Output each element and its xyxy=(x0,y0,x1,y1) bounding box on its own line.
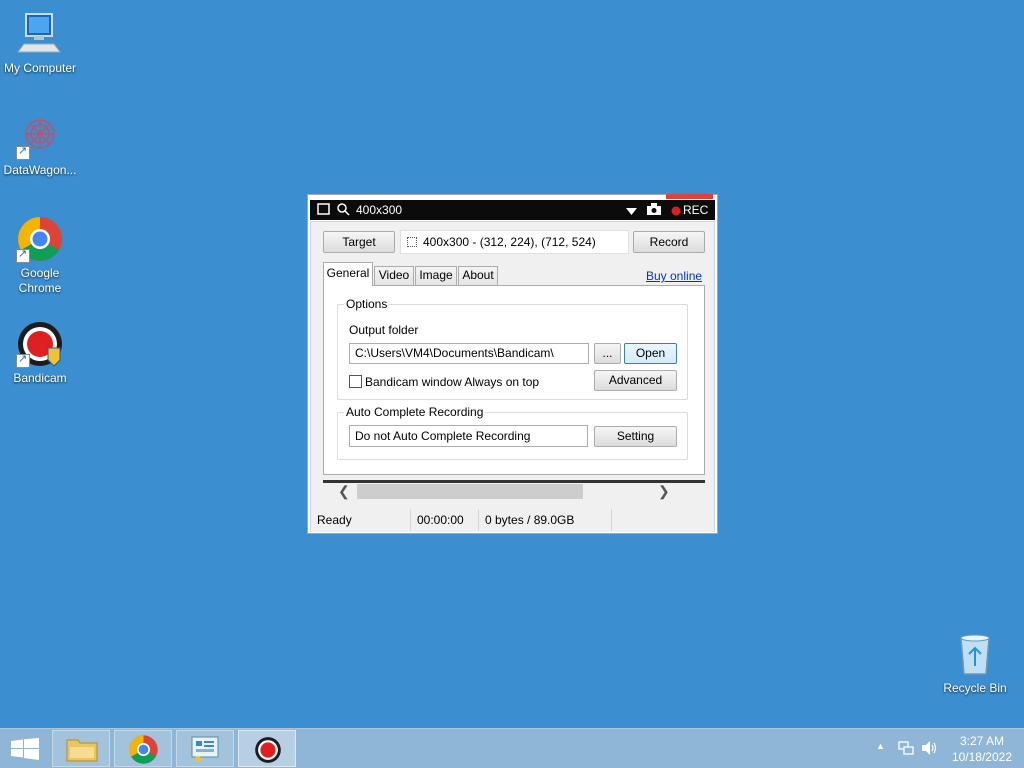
taskbar: ▲ 3:27 AM 10/18/2022 xyxy=(0,728,1024,768)
desktop-icon-label: My Computer xyxy=(3,61,77,75)
region-text: 400x300 - (312, 224), (712, 524) xyxy=(423,235,596,249)
scroll-thumb[interactable] xyxy=(357,484,583,499)
options-group: Options Output folder C:\Users\VM4\Docum… xyxy=(337,297,688,400)
buy-online-link[interactable]: Buy online xyxy=(646,269,702,283)
shortcut-arrow-icon xyxy=(16,352,30,368)
datawagon-icon xyxy=(16,112,64,160)
region-display: 400x300 - (312, 224), (712, 524) xyxy=(400,230,629,254)
camera-icon[interactable] xyxy=(647,203,661,218)
tab-image[interactable]: Image xyxy=(415,266,457,285)
taskbar-file-explorer[interactable] xyxy=(52,730,110,767)
open-button[interactable]: Open xyxy=(624,343,677,364)
window-client: Target 400x300 - (312, 224), (712, 524) … xyxy=(310,221,715,532)
region-dotted-rect-icon xyxy=(407,237,417,247)
record-button[interactable]: Record xyxy=(633,231,705,253)
chrome-icon xyxy=(129,735,158,764)
browse-button[interactable]: ... xyxy=(594,343,621,364)
advanced-button[interactable]: Advanced xyxy=(594,370,677,391)
chrome-icon xyxy=(16,215,64,263)
always-on-top-checkbox[interactable] xyxy=(349,375,362,388)
status-size: 0 bytes / 89.0GB xyxy=(479,509,612,531)
window-titlebar[interactable]: 400x300 REC xyxy=(310,200,715,220)
network-icon[interactable] xyxy=(898,740,914,756)
tab-general[interactable]: General xyxy=(323,262,373,286)
taskbar-chrome[interactable] xyxy=(114,730,172,767)
tab-video[interactable]: Video xyxy=(374,266,414,285)
fullscreen-rect-icon[interactable] xyxy=(317,203,330,218)
taskbar-clock[interactable]: 3:27 AM 10/18/2022 xyxy=(952,733,1012,765)
status-time: 00:00:00 xyxy=(411,509,479,531)
bandicam-icon xyxy=(255,737,281,763)
taskbar-control-panel[interactable] xyxy=(176,730,234,767)
options-group-title: Options xyxy=(344,297,390,311)
shortcut-arrow-icon xyxy=(16,144,30,160)
shortcut-arrow-icon xyxy=(16,247,30,263)
desktop-icon-google-chrome[interactable]: Google Chrome xyxy=(0,215,80,296)
target-button[interactable]: Target xyxy=(323,231,395,253)
clock-date: 10/18/2022 xyxy=(951,750,1012,764)
tab-about[interactable]: About xyxy=(458,266,498,285)
show-hidden-icons-icon[interactable]: ▲ xyxy=(876,741,885,751)
desktop-icon-label: Google Chrome xyxy=(18,266,62,295)
windows-logo-icon xyxy=(11,738,39,760)
folder-icon xyxy=(66,739,98,762)
desktop-icon-label: Bandicam xyxy=(13,371,67,385)
auto-complete-group: Auto Complete Recording Do not Auto Comp… xyxy=(337,405,688,460)
output-folder-input[interactable]: C:\Users\VM4\Documents\Bandicam\ xyxy=(349,343,589,364)
bandicam-window: 400x300 REC Target 400x300 - (312, 224),… xyxy=(307,194,718,534)
computer-icon xyxy=(16,10,64,58)
close-strip[interactable] xyxy=(666,194,713,199)
auto-complete-group-title: Auto Complete Recording xyxy=(344,405,486,419)
volume-icon[interactable] xyxy=(921,740,939,756)
rec-dot-icon xyxy=(671,205,681,219)
desktop-icon-recycle-bin[interactable]: Recycle Bin xyxy=(935,630,1015,696)
start-button[interactable] xyxy=(0,730,50,767)
setting-button[interactable]: Setting xyxy=(594,426,677,447)
desktop-icon-label: Recycle Bin xyxy=(943,681,1007,695)
taskbar-bandicam[interactable] xyxy=(238,730,296,767)
desktop-icon-my-computer[interactable]: My Computer xyxy=(0,10,80,76)
output-folder-label: Output folder xyxy=(349,323,419,337)
search-icon[interactable] xyxy=(337,203,350,219)
horizontal-scrollbar[interactable]: ❮ ❯ xyxy=(323,480,705,501)
auto-complete-field: Do not Auto Complete Recording xyxy=(349,425,588,447)
desktop-icon-bandicam[interactable]: Bandicam xyxy=(0,320,80,386)
recycle-bin-icon xyxy=(951,630,999,678)
general-tab-panel: Options Output folder C:\Users\VM4\Docum… xyxy=(323,285,705,475)
desktop-icon-datawagon[interactable]: DataWagon... xyxy=(0,112,80,178)
scroll-left-arrow-icon[interactable]: ❮ xyxy=(338,483,350,500)
desktop-icon-label: DataWagon... xyxy=(3,163,77,177)
status-bar: Ready 00:00:00 0 bytes / 89.0GB xyxy=(311,509,714,532)
dropdown-triangle-icon[interactable] xyxy=(626,205,637,219)
window-title: 400x300 xyxy=(356,203,403,217)
always-on-top-label: Bandicam window Always on top xyxy=(365,375,540,389)
status-state: Ready xyxy=(311,509,411,531)
rec-button[interactable]: REC xyxy=(683,203,708,217)
bandicam-icon xyxy=(16,320,64,368)
scroll-right-arrow-icon[interactable]: ❯ xyxy=(658,483,670,500)
control-panel-icon xyxy=(191,736,219,762)
clock-time: 3:27 AM xyxy=(959,734,1004,748)
